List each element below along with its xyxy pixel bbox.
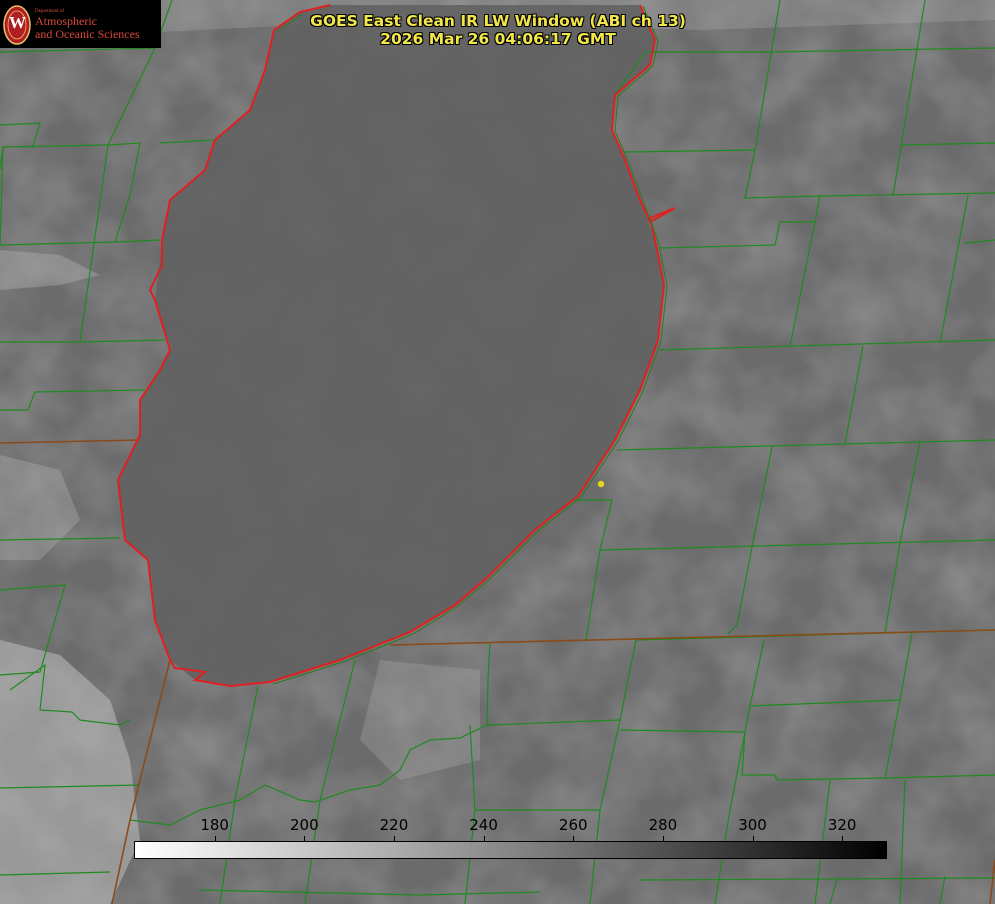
title-product: GOES East Clean IR LW Window (ABI ch 13) bbox=[310, 12, 686, 30]
uw-aos-logo: W Department of Atmospheric and Oceanic … bbox=[0, 0, 161, 48]
colorbar-tick-label: 280 bbox=[648, 816, 678, 834]
logo-line-2: and Oceanic Sciences bbox=[35, 27, 140, 41]
colorbar bbox=[134, 841, 887, 859]
colorbar-tick-label: 260 bbox=[558, 816, 588, 834]
colorbar-tick-label: 300 bbox=[738, 816, 767, 834]
satellite-map[interactable] bbox=[0, 0, 995, 904]
colorbar-tick-label: 320 bbox=[827, 816, 857, 834]
seal-letter: W bbox=[9, 13, 26, 32]
image-title: GOES East Clean IR LW Window (ABI ch 13)… bbox=[248, 12, 748, 48]
colorbar-tick-label: 180 bbox=[200, 816, 229, 834]
title-timestamp: 2026 Mar 26 04:06:17 GMT bbox=[380, 30, 616, 48]
colorbar-tick-label: 240 bbox=[469, 816, 498, 834]
colorbar-tick-label: 200 bbox=[289, 816, 319, 834]
colorbar-tick-label: 220 bbox=[379, 816, 409, 834]
location-dot-icon[interactable] bbox=[597, 480, 605, 488]
